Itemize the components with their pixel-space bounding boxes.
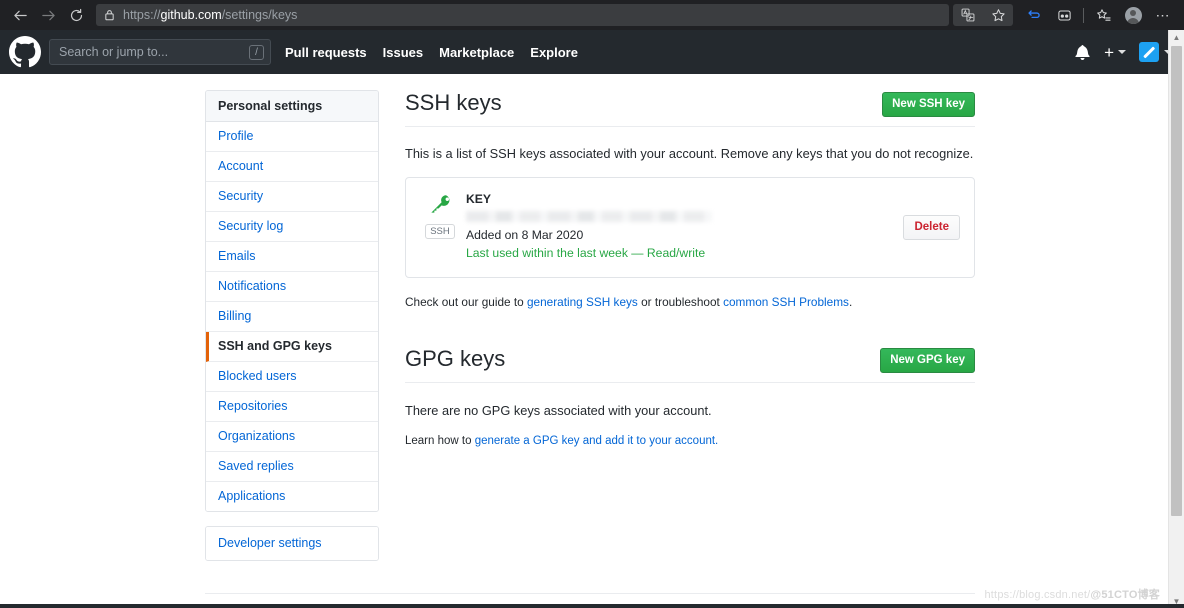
new-ssh-key-button[interactable]: New SSH key (882, 92, 975, 117)
nav-issues[interactable]: Issues (383, 45, 423, 60)
address-bar-text: https://github.com/settings/keys (123, 8, 297, 22)
sidebar-item-blocked-users[interactable]: Blocked users (206, 362, 378, 392)
read-aloud-icon[interactable] (1049, 3, 1079, 27)
settings-main: SSH keys New SSH key This is a list of S… (405, 90, 975, 561)
notification-bell-icon[interactable] (1075, 44, 1090, 60)
browser-toolbar-actions: ⋯ (953, 3, 1178, 27)
address-bar[interactable]: https://github.com/settings/keys (96, 4, 949, 26)
gpg-learn-text: Learn how to generate a GPG key and add … (405, 433, 975, 449)
gpg-section-title: GPG keys (405, 346, 506, 371)
github-logo-icon[interactable] (9, 36, 41, 68)
favorite-star-icon[interactable] (983, 3, 1013, 27)
scroll-up-arrow-icon[interactable]: ▲ (1169, 30, 1184, 44)
common-ssh-problems-link[interactable]: common SSH Problems (723, 295, 849, 309)
ssh-type-tag: SSH (425, 224, 455, 239)
settings-container: Personal settings Profile Account Securi… (0, 74, 1184, 561)
sidebar-item-saved-replies[interactable]: Saved replies (206, 452, 378, 482)
search-placeholder: Search or jump to... (59, 45, 169, 59)
sidebar-item-ssh-and-gpg-keys[interactable]: SSH and GPG keys (206, 332, 378, 362)
sidebar-item-profile[interactable]: Profile (206, 122, 378, 152)
ssh-guide-text: Check out our guide to generating SSH ke… (405, 294, 975, 310)
sidebar-item-account[interactable]: Account (206, 152, 378, 182)
search-shortcut-badge: / (249, 44, 264, 60)
sidebar-item-emails[interactable]: Emails (206, 242, 378, 272)
watermark-brand: @51CTO博客 (1090, 589, 1160, 601)
search-input[interactable]: Search or jump to... / (49, 39, 271, 65)
nav-explore[interactable]: Explore (530, 45, 578, 60)
sidebar-item-security-log[interactable]: Security log (206, 212, 378, 242)
page-scrollbar[interactable]: ▲ ▼ (1168, 30, 1184, 608)
generate-gpg-key-link[interactable]: generate a GPG key and add it to your ac… (475, 435, 719, 447)
sidebar-item-security[interactable]: Security (206, 182, 378, 212)
guide-middle: or troubleshoot (637, 295, 724, 309)
browser-toolbar: https://github.com/settings/keys ⋯ (0, 0, 1184, 30)
ssh-key-added-date: Added on 8 Mar 2020 (466, 228, 584, 242)
avatar (1139, 42, 1159, 62)
toolbar-pinned-group (953, 4, 1013, 26)
ssh-key-fingerprint-redacted (466, 211, 712, 222)
watermark-url: https://blog.csdn.net/ (984, 589, 1091, 601)
url-path: /settings/keys (221, 8, 298, 22)
chevron-down-icon (1118, 50, 1126, 54)
scrollbar-thumb[interactable] (1171, 46, 1182, 516)
url-scheme: https:// (123, 8, 161, 22)
ssh-keys-description: This is a list of SSH keys associated wi… (405, 146, 974, 161)
sidebar-header: Personal settings (206, 91, 378, 122)
guide-prefix: Check out our guide to (405, 295, 527, 309)
back-button[interactable] (6, 3, 34, 27)
page-title: SSH keys (405, 90, 502, 115)
favorites-list-icon[interactable] (1088, 3, 1118, 27)
sidebar-item-billing[interactable]: Billing (206, 302, 378, 332)
footer-divider (205, 593, 975, 594)
settings-page: Personal settings Profile Account Securi… (0, 74, 1184, 608)
ssh-key-name: KEY (466, 192, 492, 206)
lock-icon (104, 9, 115, 21)
ssh-key-details: KEY Added on 8 Mar 2020 Last used within… (460, 192, 903, 262)
nav-marketplace[interactable]: Marketplace (439, 45, 514, 60)
url-host: github.com (160, 8, 222, 22)
generating-ssh-keys-link[interactable]: generating SSH keys (527, 295, 638, 309)
forward-button[interactable] (34, 3, 62, 27)
sidebar-item-developer-settings[interactable]: Developer settings (206, 527, 378, 560)
create-new-menu[interactable]: + (1104, 44, 1126, 61)
nav-pull-requests[interactable]: Pull requests (285, 45, 367, 60)
github-header: Search or jump to... / Pull requests Iss… (0, 30, 1184, 74)
github-header-actions: + (1075, 42, 1174, 62)
translate-icon[interactable] (953, 3, 983, 27)
reload-button[interactable] (62, 3, 90, 27)
window-bottom-edge (0, 604, 1184, 608)
developer-settings-card: Developer settings (205, 526, 379, 561)
new-gpg-key-button[interactable]: New GPG key (880, 348, 975, 373)
ssh-key-last-used: Last used within the last week — Read/wr… (466, 246, 706, 260)
collections-icon[interactable] (1019, 3, 1049, 27)
gpg-keys-header: GPG keys New GPG key (405, 346, 975, 383)
key-icon (429, 193, 451, 220)
ssh-key-badge: SSH (420, 192, 460, 239)
plus-icon: + (1104, 42, 1114, 62)
delete-ssh-key-button[interactable]: Delete (903, 214, 960, 240)
gpg-keys-section: GPG keys New GPG key There are no GPG ke… (405, 346, 975, 449)
gpg-learn-prefix: Learn how to (405, 434, 475, 447)
ssh-keys-header: SSH keys New SSH key (405, 90, 975, 127)
guide-suffix: . (848, 295, 853, 309)
ssh-key-list-item: SSH KEY Added on 8 Mar 2020 Last used wi… (405, 177, 975, 278)
sidebar-item-organizations[interactable]: Organizations (206, 422, 378, 452)
github-main-nav: Pull requests Issues Marketplace Explore (285, 45, 594, 60)
sidebar-item-repositories[interactable]: Repositories (206, 392, 378, 422)
toolbar-divider (1083, 7, 1084, 23)
more-options-icon[interactable]: ⋯ (1148, 3, 1178, 27)
personal-settings-card: Personal settings Profile Account Securi… (205, 90, 379, 512)
profile-avatar-icon[interactable] (1118, 3, 1148, 27)
sidebar-item-applications[interactable]: Applications (206, 482, 378, 511)
settings-sidebar: Personal settings Profile Account Securi… (205, 90, 379, 561)
gpg-empty-message: There are no GPG keys associated with yo… (405, 403, 712, 418)
watermark: https://blog.csdn.net/@51CTO博客 (984, 586, 1160, 602)
sidebar-item-notifications[interactable]: Notifications (206, 272, 378, 302)
